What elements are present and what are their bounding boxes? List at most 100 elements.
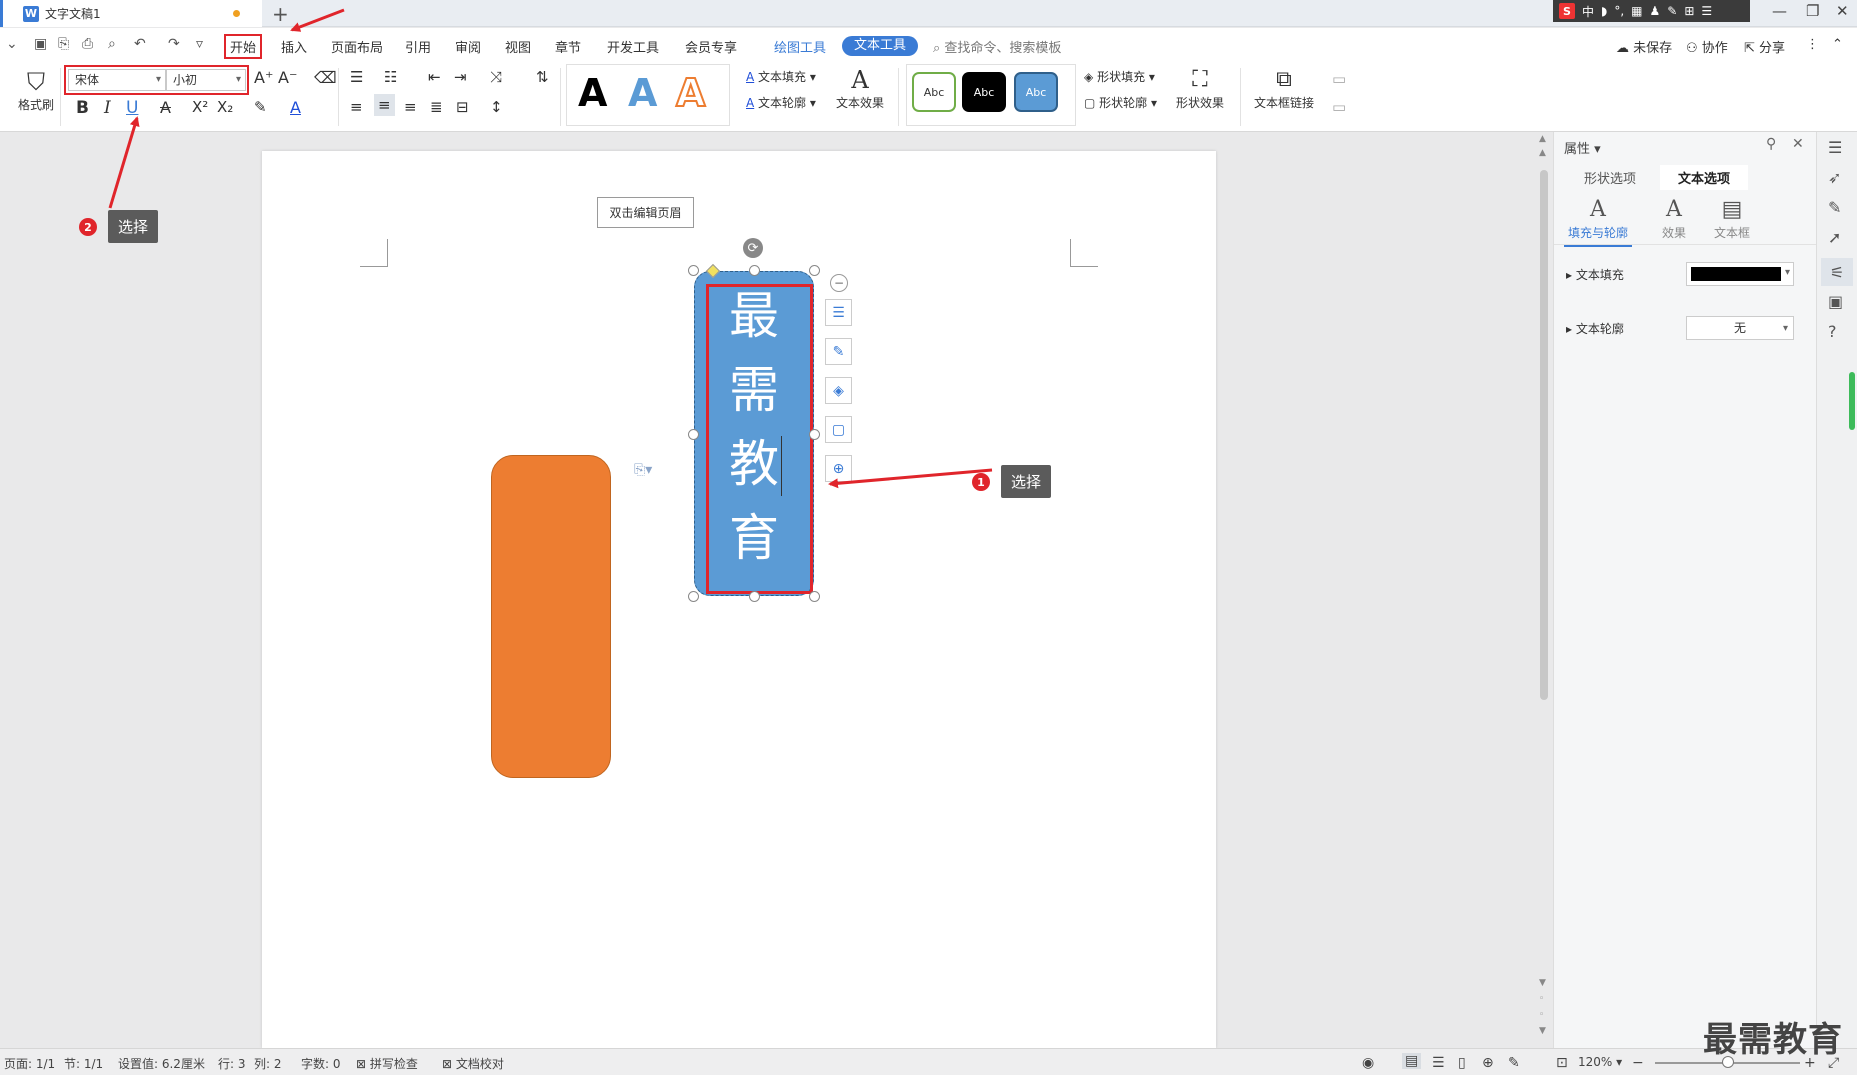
- italic-icon[interactable]: I: [104, 98, 111, 118]
- line-spacing-icon[interactable]: ↕: [490, 98, 503, 116]
- doc-proof-button[interactable]: ⊠ 文档校对: [442, 1055, 504, 1072]
- ime-item[interactable]: ✎: [1667, 4, 1677, 18]
- subtab-effect[interactable]: A 效果: [1644, 196, 1704, 241]
- shape-fill-icon[interactable]: ◈: [825, 377, 852, 404]
- comment-icon[interactable]: ▭: [1332, 70, 1346, 88]
- format-painter-button[interactable]: ⛉ 格式刷: [16, 68, 56, 113]
- minimize-icon[interactable]: —: [1772, 2, 1787, 20]
- ime-item[interactable]: ☰: [1701, 4, 1712, 18]
- align-right-icon[interactable]: ≡: [404, 98, 417, 116]
- ime-item[interactable]: ♟: [1650, 4, 1661, 18]
- resize-handle[interactable]: [809, 265, 820, 276]
- increase-indent-icon[interactable]: ⇥: [454, 68, 467, 86]
- edit-shape-icon[interactable]: ✎: [825, 338, 852, 365]
- zoom-out-icon[interactable]: −: [1632, 1055, 1644, 1071]
- shape-style-blue[interactable]: Abc: [1014, 72, 1058, 112]
- numbered-list-icon[interactable]: ☷: [384, 68, 397, 86]
- clear-format-icon[interactable]: ⌫: [314, 68, 337, 87]
- menu-view[interactable]: 视图: [505, 37, 531, 56]
- fit-page-icon[interactable]: ⊡: [1556, 1055, 1568, 1071]
- bullet-list-icon[interactable]: ☰: [350, 68, 363, 86]
- bold-icon[interactable]: B: [76, 98, 89, 118]
- resize-handle[interactable]: [749, 591, 760, 602]
- unsaved-button[interactable]: ☁ 未保存: [1616, 37, 1672, 56]
- menu-home[interactable]: 开始: [224, 34, 263, 59]
- shape-style-white[interactable]: Abc: [912, 72, 956, 112]
- ime-item[interactable]: 中: [1582, 3, 1594, 20]
- chevron-down-icon[interactable]: ⌄: [6, 36, 18, 52]
- scroll-up-icon[interactable]: ▲: [1539, 134, 1546, 144]
- menu-chapter[interactable]: 章节: [555, 37, 581, 56]
- menu-insert[interactable]: 插入: [281, 37, 307, 56]
- output-icon[interactable]: ⎘: [58, 36, 69, 52]
- grow-font-icon[interactable]: A⁺: [254, 68, 273, 87]
- align-left-icon[interactable]: ≡: [350, 98, 363, 116]
- textbox-link-button[interactable]: ⧉ 文本框链接: [1248, 66, 1320, 111]
- help-icon[interactable]: ?: [1828, 322, 1837, 341]
- decrease-indent-icon[interactable]: ⇤: [428, 68, 441, 86]
- resize-handle[interactable]: [688, 591, 699, 602]
- resize-handle[interactable]: [809, 591, 820, 602]
- strikethrough-icon[interactable]: A: [160, 98, 171, 117]
- scrollbar-thumb[interactable]: [1540, 170, 1548, 700]
- text-style-black[interactable]: A: [578, 71, 607, 115]
- header-edit-hint[interactable]: 双击编辑页眉: [597, 197, 694, 228]
- menu-developer[interactable]: 开发工具: [607, 37, 659, 56]
- undo-icon[interactable]: ↶: [134, 36, 146, 52]
- print-preview-icon[interactable]: ⌕: [108, 36, 116, 52]
- share-button[interactable]: ⇱ 分享: [1744, 37, 1785, 56]
- subtab-textbox[interactable]: ▤ 文本框: [1702, 196, 1762, 241]
- select-icon[interactable]: ➚: [1828, 228, 1841, 247]
- resize-handle[interactable]: [749, 265, 760, 276]
- menu-drawing-tools[interactable]: 绘图工具: [774, 37, 826, 56]
- menu-reference[interactable]: 引用: [405, 37, 431, 56]
- text-outline-expander[interactable]: ▸ 文本轮廓: [1566, 320, 1624, 337]
- prev-page-icon[interactable]: ◦: [1539, 994, 1544, 1004]
- document-tab[interactable]: W 文字文稿1: [0, 0, 262, 27]
- tab-shape-options[interactable]: 形状选项: [1584, 168, 1636, 187]
- reading-view-icon[interactable]: ▯: [1458, 1055, 1466, 1071]
- resize-handle[interactable]: [688, 429, 699, 440]
- document-page[interactable]: 双击编辑页眉 ⎘▾ 最 需 教 育 ⟳ − ☰ ✎ ◈ ▢ ⊕: [262, 151, 1216, 1048]
- panel-title[interactable]: 属性 ▾: [1564, 138, 1601, 157]
- text-fill-expander[interactable]: ▸ 文本填充: [1566, 266, 1624, 283]
- scroll-down-icon[interactable]: ▼: [1539, 978, 1546, 988]
- resize-handle[interactable]: [809, 429, 820, 440]
- shape-effect-icon[interactable]: ⊕: [825, 455, 852, 482]
- rocket-icon[interactable]: ➶: [1828, 168, 1841, 187]
- text-style-blue[interactable]: A: [628, 71, 657, 115]
- print-icon[interactable]: ⎙: [82, 36, 93, 52]
- customize-icon[interactable]: ▿: [196, 36, 203, 52]
- layout-options-icon[interactable]: ⎘▾: [634, 462, 652, 478]
- pen-icon[interactable]: ✎: [1828, 198, 1841, 217]
- rotate-icon[interactable]: ⟳: [743, 238, 763, 258]
- text-wrap-icon[interactable]: ☰: [825, 299, 852, 326]
- sort-icon[interactable]: ⇅: [536, 68, 549, 86]
- collab-button[interactable]: ⚇ 协作: [1686, 37, 1728, 56]
- subtab-fill-outline[interactable]: A 填充与轮廓: [1564, 196, 1632, 247]
- superscript-icon[interactable]: X²: [192, 98, 208, 116]
- justify-icon[interactable]: ≣: [430, 98, 443, 116]
- status-words[interactable]: 字数: 0: [301, 1055, 341, 1072]
- comment-next-icon[interactable]: ▭: [1332, 98, 1346, 116]
- collapse-ribbon-icon[interactable]: ⌃: [1832, 37, 1843, 52]
- command-search[interactable]: ⌕ 查找命令、搜索模板: [933, 37, 1061, 56]
- status-page[interactable]: 页面: 1/1: [4, 1055, 55, 1072]
- outline-view-icon[interactable]: ☰: [1432, 1055, 1445, 1071]
- menu-review[interactable]: 审阅: [455, 37, 481, 56]
- write-view-icon[interactable]: ✎: [1508, 1055, 1520, 1071]
- web-view-icon[interactable]: ⊕: [1482, 1055, 1494, 1071]
- text-outline-button[interactable]: A 文本轮廓 ▾: [746, 94, 816, 111]
- panel-close-icon[interactable]: ✕: [1792, 136, 1804, 152]
- spell-check-button[interactable]: ⊠ 拼写检查: [356, 1055, 418, 1072]
- shape-fill-button[interactable]: ◈ 形状填充 ▾: [1084, 68, 1155, 85]
- eye-icon[interactable]: ◉: [1362, 1055, 1374, 1071]
- pin-icon[interactable]: ⚲: [1766, 136, 1776, 152]
- shape-outline-icon[interactable]: ▢: [825, 416, 852, 443]
- menu-text-tools[interactable]: 文本工具: [842, 36, 919, 56]
- more-icon[interactable]: ⋮: [1806, 37, 1819, 52]
- distribute-icon[interactable]: ⊟: [456, 98, 469, 116]
- menu-member[interactable]: 会员专享: [685, 37, 737, 56]
- properties-icon[interactable]: ⚟: [1821, 258, 1853, 286]
- align-center-icon[interactable]: ≡: [374, 94, 395, 116]
